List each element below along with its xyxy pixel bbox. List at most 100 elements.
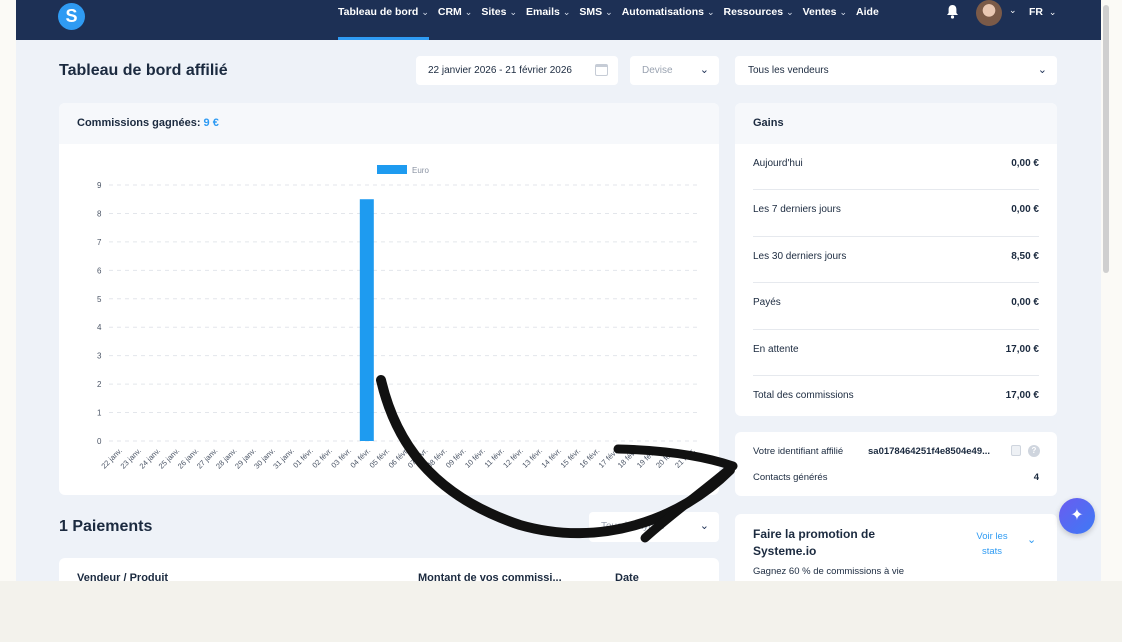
gains-row-label: Aujourd'hui (753, 158, 803, 169)
gains-row-label: En attente (753, 343, 799, 355)
y-tick-label: 8 (97, 209, 102, 218)
y-tick-label: 2 (97, 380, 102, 389)
y-tick-label: 4 (97, 323, 102, 332)
nav-item-resources[interactable]: Ressources ⌄ (724, 0, 794, 40)
x-tick-label: 20 févr. (654, 446, 678, 470)
column-header-date[interactable]: Date (615, 572, 639, 581)
chevron-down-icon: ⌄ (786, 7, 794, 17)
legend-swatch (377, 165, 407, 174)
promotion-card: Faire la promotion de Systeme.io Voir le… (735, 514, 1057, 581)
nav-item-automations[interactable]: Automatisations ⌄ (622, 0, 715, 40)
x-tick-label: 09 févr. (444, 446, 468, 470)
gains-row: Aujourd'hui 0,00 € (753, 144, 1039, 191)
x-tick-label: 17 févr. (597, 446, 621, 470)
x-tick-label: 21 févr. (673, 446, 697, 470)
chevron-down-icon[interactable]: ⌄ (1027, 533, 1036, 546)
copy-icon[interactable] (1011, 445, 1021, 456)
promotion-subtitle: Gagnez 60 % de commissions à vie (753, 566, 905, 577)
promotion-title: Faire la promotion de Systeme.io (753, 527, 876, 558)
chevron-down-icon: ⌄ (421, 7, 429, 17)
vendor-select[interactable]: Tous les vendeurs ⌄ (735, 56, 1057, 85)
page-title: Tableau de bord affilié (59, 62, 228, 79)
chevron-down-icon: ⌄ (562, 7, 571, 17)
payment-type-filter[interactable]: Tous les types ⌄ (589, 512, 719, 542)
chevron-down-icon[interactable]: ⌄ (1009, 5, 1017, 16)
y-tick-label: 9 (97, 181, 102, 190)
systeme-logo[interactable]: S (58, 3, 85, 30)
gains-row-label: Les 7 derniers jours (753, 204, 841, 216)
top-navigation: S Tableau de bord ⌄ CRM ⌄ Sites ⌄ Emails ⌄ S… (16, 0, 1101, 40)
gains-row-value: 8,50 € (1011, 250, 1039, 262)
chevron-down-icon: ⌄ (699, 520, 709, 532)
scrollbar-thumb[interactable] (1103, 5, 1109, 273)
x-tick-label: 08 févr. (425, 446, 449, 470)
x-tick-label: 06 févr. (387, 446, 411, 470)
nav-item-emails[interactable]: Emails ⌄ (526, 0, 570, 40)
x-tick-label: 31 janv. (271, 446, 296, 471)
chevron-down-icon: ⌄ (1037, 64, 1047, 76)
payments-table: Vendeur / Produit Montant de vos commiss… (59, 558, 719, 581)
x-tick-label: 10 févr. (463, 446, 487, 470)
gains-list: Aujourd'hui 0,00 € Les 7 derniers jours 0,0… (735, 144, 1057, 422)
commissions-chart-card: Commissions gagnées: 9 € Euro 0 1 2 3 4 5 6 7 8 9 2… (59, 103, 719, 495)
ai-assistant-button[interactable]: ✦ (1059, 498, 1095, 534)
payment-type-value: Tous les types (601, 521, 665, 532)
date-range-value: 22 janvier 2026 - 21 février 2026 (428, 65, 572, 76)
nav-item-crm[interactable]: CRM ⌄ (438, 0, 472, 40)
y-tick-label: 6 (97, 266, 102, 275)
column-header-vendor[interactable]: Vendeur / Produit (77, 572, 168, 581)
chevron-down-icon: ⌄ (464, 7, 473, 17)
commissions-bar-chart: Euro012345678922 janv.23 janv.24 janv.25… (97, 165, 701, 471)
gains-row-label: Payés (753, 297, 781, 309)
calendar-icon (595, 64, 608, 76)
app-window: S Tableau de bord ⌄ CRM ⌄ Sites ⌄ Emails ⌄ S… (16, 0, 1101, 581)
x-tick-label: 19 févr. (635, 446, 659, 470)
nav-item-dashboard[interactable]: Tableau de bord ⌄ (338, 0, 429, 40)
browser-viewport: S Tableau de bord ⌄ CRM ⌄ Sites ⌄ Emails ⌄ S… (0, 0, 1122, 581)
help-icon[interactable]: ? (1028, 445, 1040, 457)
date-range-picker[interactable]: 22 janvier 2026 - 21 février 2026 (416, 56, 618, 85)
column-header-amount[interactable]: Montant de vos commissi... (418, 572, 562, 581)
x-tick-label: 18 févr. (616, 446, 640, 470)
legend-label: Euro (412, 166, 429, 175)
x-tick-label: 13 févr. (520, 446, 544, 470)
chevron-down-icon: ⌄ (509, 7, 517, 17)
gains-card: Gains Aujourd'hui 0,00 € Les 7 derniers jo… (735, 103, 1057, 416)
y-tick-label: 1 (97, 409, 102, 418)
chevron-down-icon: ⌄ (1048, 7, 1057, 17)
nav-item-help[interactable]: Aide (856, 0, 879, 40)
chevron-down-icon: ⌄ (699, 64, 709, 76)
vendor-select-value: Tous les vendeurs (748, 65, 829, 76)
x-tick-label: 04 févr. (348, 446, 372, 470)
bell-icon[interactable] (946, 4, 959, 19)
payments-title: 1 Paiements (59, 518, 153, 535)
gains-row-value: 17,00 € (1005, 389, 1039, 401)
view-stats-link[interactable]: Voir les stats (967, 529, 1017, 559)
chevron-down-icon: ⌄ (706, 7, 715, 17)
y-tick-label: 3 (97, 352, 102, 361)
gains-row-value: 0,00 € (1011, 158, 1039, 169)
gains-row-value: 0,00 € (1011, 297, 1039, 309)
gains-title: Gains (735, 103, 1057, 144)
chevron-down-icon: ⌄ (839, 7, 848, 17)
y-tick-label: 0 (97, 437, 102, 446)
nav-item-sites[interactable]: Sites ⌄ (481, 0, 517, 40)
x-tick-label: 05 févr. (368, 446, 392, 470)
x-tick-label: 01 févr. (291, 446, 315, 470)
chevron-down-icon: ⌄ (605, 7, 613, 17)
affiliate-id-value: sa0178464251f4e8504e49... (868, 446, 991, 457)
gains-row-label: Les 30 derniers jours (753, 250, 847, 262)
gains-row: En attente 17,00 € (753, 330, 1039, 376)
y-tick-label: 5 (97, 295, 102, 304)
gains-row: Payés 0,00 € (753, 283, 1039, 330)
nav-item-sms[interactable]: SMS ⌄ (579, 0, 612, 40)
nav-item-sales[interactable]: Ventes ⌄ (803, 0, 847, 40)
x-tick-label: 02 févr. (310, 446, 334, 470)
currency-select[interactable]: Devise ⌄ (630, 56, 719, 85)
affiliate-id-label: Votre identifiant affilié (753, 446, 844, 457)
currency-placeholder: Devise (642, 65, 673, 76)
avatar[interactable] (976, 0, 1002, 26)
commissions-label: Commissions gagnées: (77, 117, 201, 129)
gains-row-value: 17,00 € (1005, 343, 1039, 355)
language-switcher[interactable]: FR ⌄ (1029, 6, 1056, 18)
